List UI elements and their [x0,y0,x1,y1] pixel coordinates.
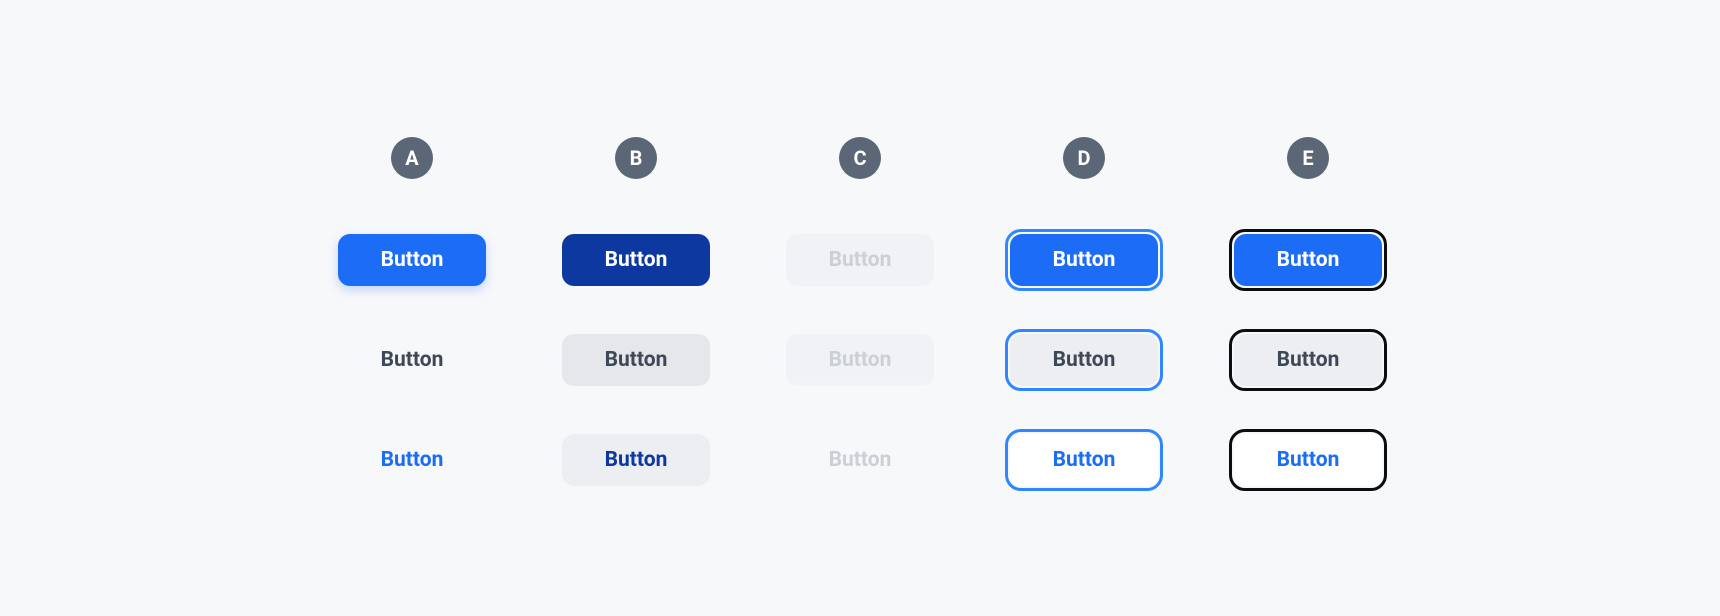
button-secondary-focus-blue[interactable]: Button [1010,334,1158,386]
column-badge-e: E [1287,137,1329,179]
column-badge-b: B [615,137,657,179]
button-secondary-disabled: Button [786,334,934,386]
button-ghost-pressed[interactable]: Button [562,434,710,486]
column-badge-c: C [839,137,881,179]
column-badge-d: D [1063,137,1105,179]
button-primary-focus-black[interactable]: Button [1234,234,1382,286]
button-primary-pressed[interactable]: Button [562,234,710,286]
button-ghost-focus-blue[interactable]: Button [1010,434,1158,486]
button-ghost-default[interactable]: Button [338,434,486,486]
button-ghost-disabled: Button [786,434,934,486]
button-secondary-default[interactable]: Button [338,334,486,386]
button-primary-default[interactable]: Button [338,234,486,286]
column-badge-a: A [391,137,433,179]
button-primary-focus-blue[interactable]: Button [1010,234,1158,286]
button-secondary-pressed[interactable]: Button [562,334,710,386]
button-state-matrix: A B C D E Button Button Button Button Bu… [327,128,1393,488]
button-ghost-focus-black[interactable]: Button [1234,434,1382,486]
button-primary-disabled: Button [786,234,934,286]
button-secondary-focus-black[interactable]: Button [1234,334,1382,386]
